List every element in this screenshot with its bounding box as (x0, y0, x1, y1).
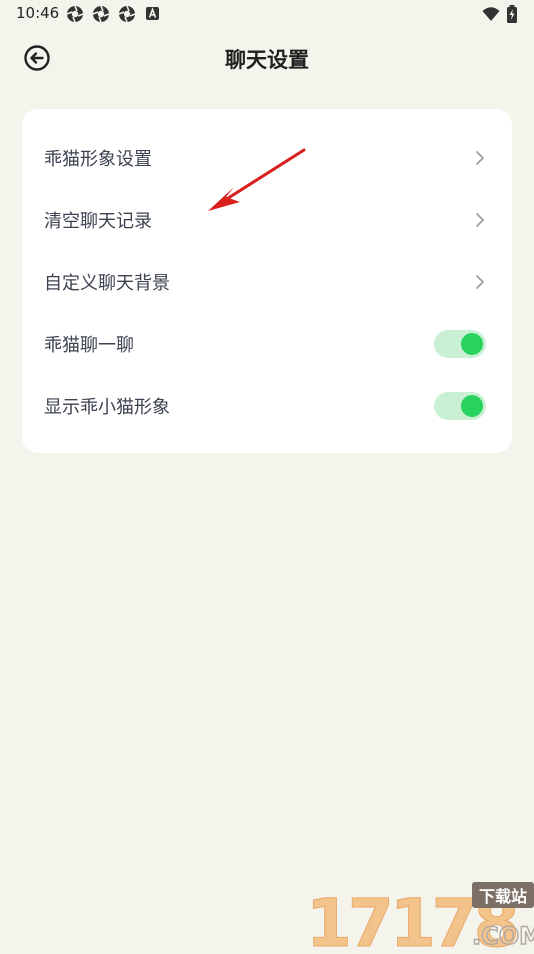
wifi-icon (482, 7, 500, 21)
setting-show-cat-avatar: 显示乖小猫形象 (22, 375, 512, 437)
setting-custom-chat-background[interactable]: 自定义聊天背景 (22, 251, 512, 313)
status-bar: 10:46 (0, 0, 534, 28)
battery-charging-icon (507, 5, 517, 23)
status-icons-left (66, 5, 162, 23)
a-badge-icon (146, 7, 159, 20)
chevron-right-icon (476, 213, 484, 227)
aperture-icon (118, 5, 136, 23)
watermark-17178-logo: 17178 下载站 .COM (306, 882, 534, 954)
svg-text:下载站: 下载站 (479, 887, 527, 906)
cat-chat-toggle[interactable] (434, 330, 486, 358)
show-cat-avatar-toggle[interactable] (434, 392, 486, 420)
aperture-icon (66, 5, 84, 23)
toggle-knob (461, 333, 483, 355)
chevron-right-icon (476, 275, 484, 289)
setting-label: 显示乖小猫形象 (44, 397, 170, 418)
setting-cat-chat: 乖猫聊一聊 (22, 313, 512, 375)
toggle-knob (461, 395, 483, 417)
setting-label: 乖猫形象设置 (44, 149, 152, 170)
svg-text:.COM: .COM (472, 922, 534, 950)
setting-label: 乖猫聊一聊 (44, 335, 134, 356)
setting-label: 清空聊天记录 (44, 211, 152, 232)
annotation-arrow (208, 148, 306, 211)
status-time: 10:46 (16, 4, 60, 22)
chevron-right-icon (476, 151, 484, 165)
status-icons-right (482, 5, 518, 23)
page-title: 聊天设置 (225, 48, 309, 72)
watermark-logo: 17178 下载站 .COM (304, 882, 534, 954)
aperture-icon (92, 5, 110, 23)
setting-label: 自定义聊天背景 (44, 273, 170, 294)
header: 聊天设置 (0, 30, 534, 86)
